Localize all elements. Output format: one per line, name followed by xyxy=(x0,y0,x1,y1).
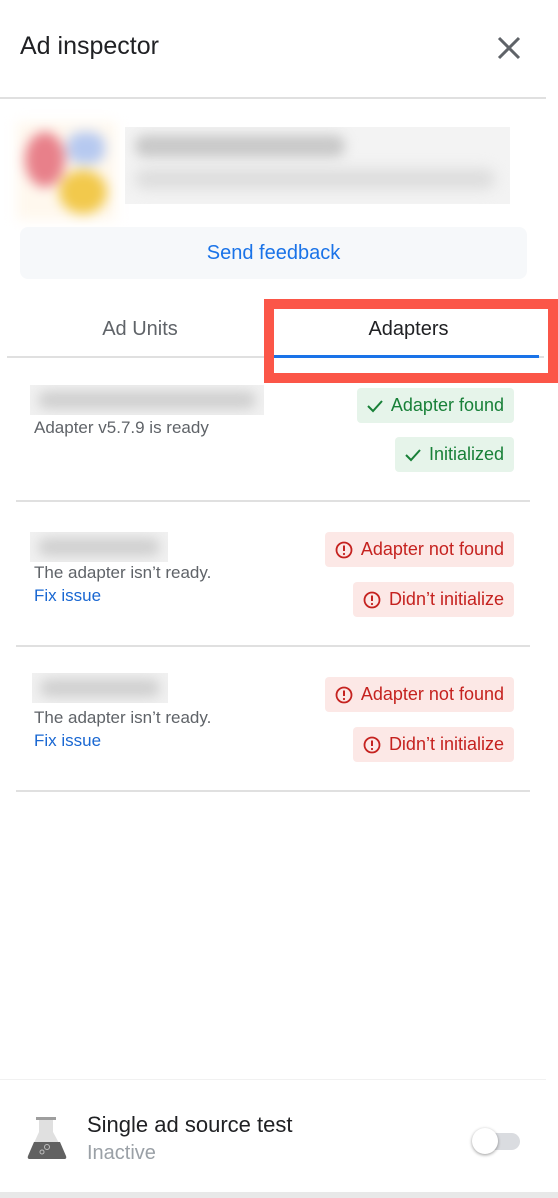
highlight-annotation xyxy=(264,299,558,383)
single-ad-source-test-row: Single ad source test Inactive xyxy=(0,1079,546,1192)
close-button[interactable] xyxy=(495,34,523,62)
badge-label: Adapter not found xyxy=(360,539,504,559)
send-feedback-button[interactable]: Send feedback xyxy=(20,227,527,279)
header: Ad inspector xyxy=(0,0,546,99)
check-icon xyxy=(405,448,421,461)
fix-issue-link[interactable]: Fix issue xyxy=(34,586,101,606)
adapter-item: The adapter isn’t ready. Fix issue Adapt… xyxy=(16,502,530,647)
single-ad-source-test-status: Inactive xyxy=(87,1142,156,1164)
adapter-name-redacted xyxy=(32,673,168,703)
error-icon xyxy=(363,736,381,753)
status-badge: Adapter not found xyxy=(324,532,514,567)
app-icon xyxy=(17,122,116,220)
app-name-redacted xyxy=(125,127,510,204)
status-badge: Adapter found xyxy=(356,388,514,423)
single-ad-source-test-title: Single ad source test xyxy=(87,1112,293,1137)
adapter-description: The adapter isn’t ready. xyxy=(34,708,212,727)
badge-label: Adapter not found xyxy=(360,684,504,704)
adapter-description: Adapter v5.7.9 is ready xyxy=(34,418,209,437)
badge-label: Didn’t initialize xyxy=(388,589,504,609)
flask-icon xyxy=(27,1117,67,1159)
adapter-name-redacted xyxy=(30,385,264,415)
error-icon xyxy=(335,541,353,558)
adapter-item: Adapter v5.7.9 is ready Adapter found In… xyxy=(16,385,530,502)
status-badge: Initialized xyxy=(394,437,514,472)
fix-issue-link[interactable]: Fix issue xyxy=(34,731,101,751)
adapter-name-redacted xyxy=(30,532,168,562)
status-badge: Adapter not found xyxy=(324,677,514,712)
check-icon xyxy=(367,399,383,412)
toggle-thumb xyxy=(472,1128,498,1154)
error-icon xyxy=(363,591,381,608)
status-badge: Didn’t initialize xyxy=(352,582,514,617)
close-icon xyxy=(497,36,521,60)
adapter-item: The adapter isn’t ready. Fix issue Adapt… xyxy=(16,647,530,792)
adapter-description: The adapter isn’t ready. xyxy=(34,563,212,582)
badge-label: Didn’t initialize xyxy=(388,734,504,754)
badge-label: Adapter found xyxy=(390,395,504,415)
single-ad-source-test-toggle[interactable] xyxy=(472,1126,520,1154)
badge-label: Initialized xyxy=(428,444,504,464)
status-badge: Didn’t initialize xyxy=(352,727,514,762)
tab-ad-units[interactable]: Ad Units xyxy=(7,300,273,358)
page-title: Ad inspector xyxy=(20,32,159,60)
bottom-edge xyxy=(0,1192,558,1198)
error-icon xyxy=(335,686,353,703)
